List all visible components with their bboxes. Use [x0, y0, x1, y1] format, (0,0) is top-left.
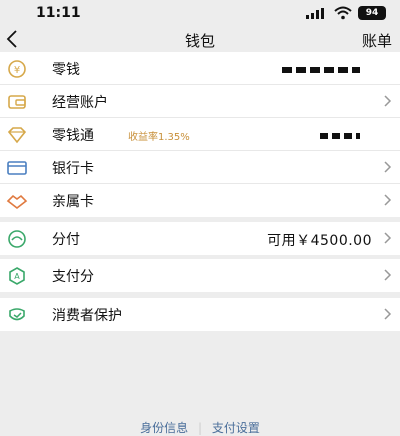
identity-info-link[interactable]: 身份信息 — [140, 419, 188, 436]
row-label: 亲属卡 — [52, 194, 94, 210]
chevron-right-icon — [384, 308, 392, 320]
row-label: 经营账户 — [52, 95, 108, 111]
row-business-account[interactable]: 经营账户 — [0, 85, 400, 118]
row-change[interactable]: ¥ 零钱 — [0, 52, 400, 85]
chevron-right-icon — [384, 269, 392, 281]
wallet-group-main: ¥ 零钱 经营账户 零钱通 收益率1.35% 银行卡 亲属卡 — [0, 52, 400, 217]
row-payment-score[interactable]: A 支付分 — [0, 259, 400, 292]
chevron-right-icon — [384, 232, 392, 244]
row-label: 分付 — [52, 232, 80, 248]
svg-text:A: A — [14, 272, 20, 281]
row-consumer-protection[interactable]: 消费者保护 — [0, 298, 400, 331]
wallet-group-fenfu: 分付 可用￥4500.00 — [0, 222, 400, 255]
nav-bar: 钱包 账单 — [0, 26, 400, 52]
masked-value — [282, 67, 360, 73]
masked-value — [320, 133, 360, 139]
status-bar: 11:11 94 — [0, 0, 400, 26]
diamond-icon — [7, 127, 27, 144]
row-fenfu[interactable]: 分付 可用￥4500.00 — [0, 222, 400, 255]
signal-icon — [306, 8, 324, 19]
bank-card-icon — [7, 161, 27, 175]
row-label: 零钱 — [52, 62, 80, 78]
row-family-card[interactable]: 亲属卡 — [0, 184, 400, 217]
status-time: 11:11 — [36, 5, 81, 21]
chevron-right-icon — [384, 161, 392, 173]
payment-settings-link[interactable]: 支付设置 — [212, 419, 260, 436]
wallet-group-score: A 支付分 — [0, 259, 400, 292]
yield-rate: 收益率1.35% — [128, 132, 190, 143]
coin-icon: ¥ — [8, 60, 26, 78]
svg-text:¥: ¥ — [14, 65, 20, 76]
footer-links: 身份信息 | 支付设置 — [0, 419, 400, 436]
available-credit: 可用￥4500.00 — [267, 233, 372, 249]
chevron-right-icon — [384, 194, 392, 206]
row-label: 零钱通 — [52, 128, 94, 144]
bill-button[interactable]: 账单 — [362, 30, 392, 51]
consumer-protection-icon — [9, 308, 25, 321]
row-lingqiantong[interactable]: 零钱通 收益率1.35% — [0, 118, 400, 151]
page-title: 钱包 — [184, 32, 215, 50]
wallet-group-protection: 消费者保护 — [0, 298, 400, 331]
handshake-icon — [6, 194, 28, 210]
wallet-icon — [8, 95, 26, 109]
chevron-right-icon — [384, 95, 392, 107]
payment-score-icon: A — [9, 267, 25, 285]
row-label: 银行卡 — [52, 161, 94, 177]
battery-icon: 94 — [358, 6, 386, 20]
row-bank-card[interactable]: 银行卡 — [0, 151, 400, 184]
fenfu-icon — [8, 230, 26, 248]
row-label: 支付分 — [52, 269, 94, 285]
row-label: 消费者保护 — [52, 308, 122, 324]
wifi-icon — [334, 6, 352, 20]
